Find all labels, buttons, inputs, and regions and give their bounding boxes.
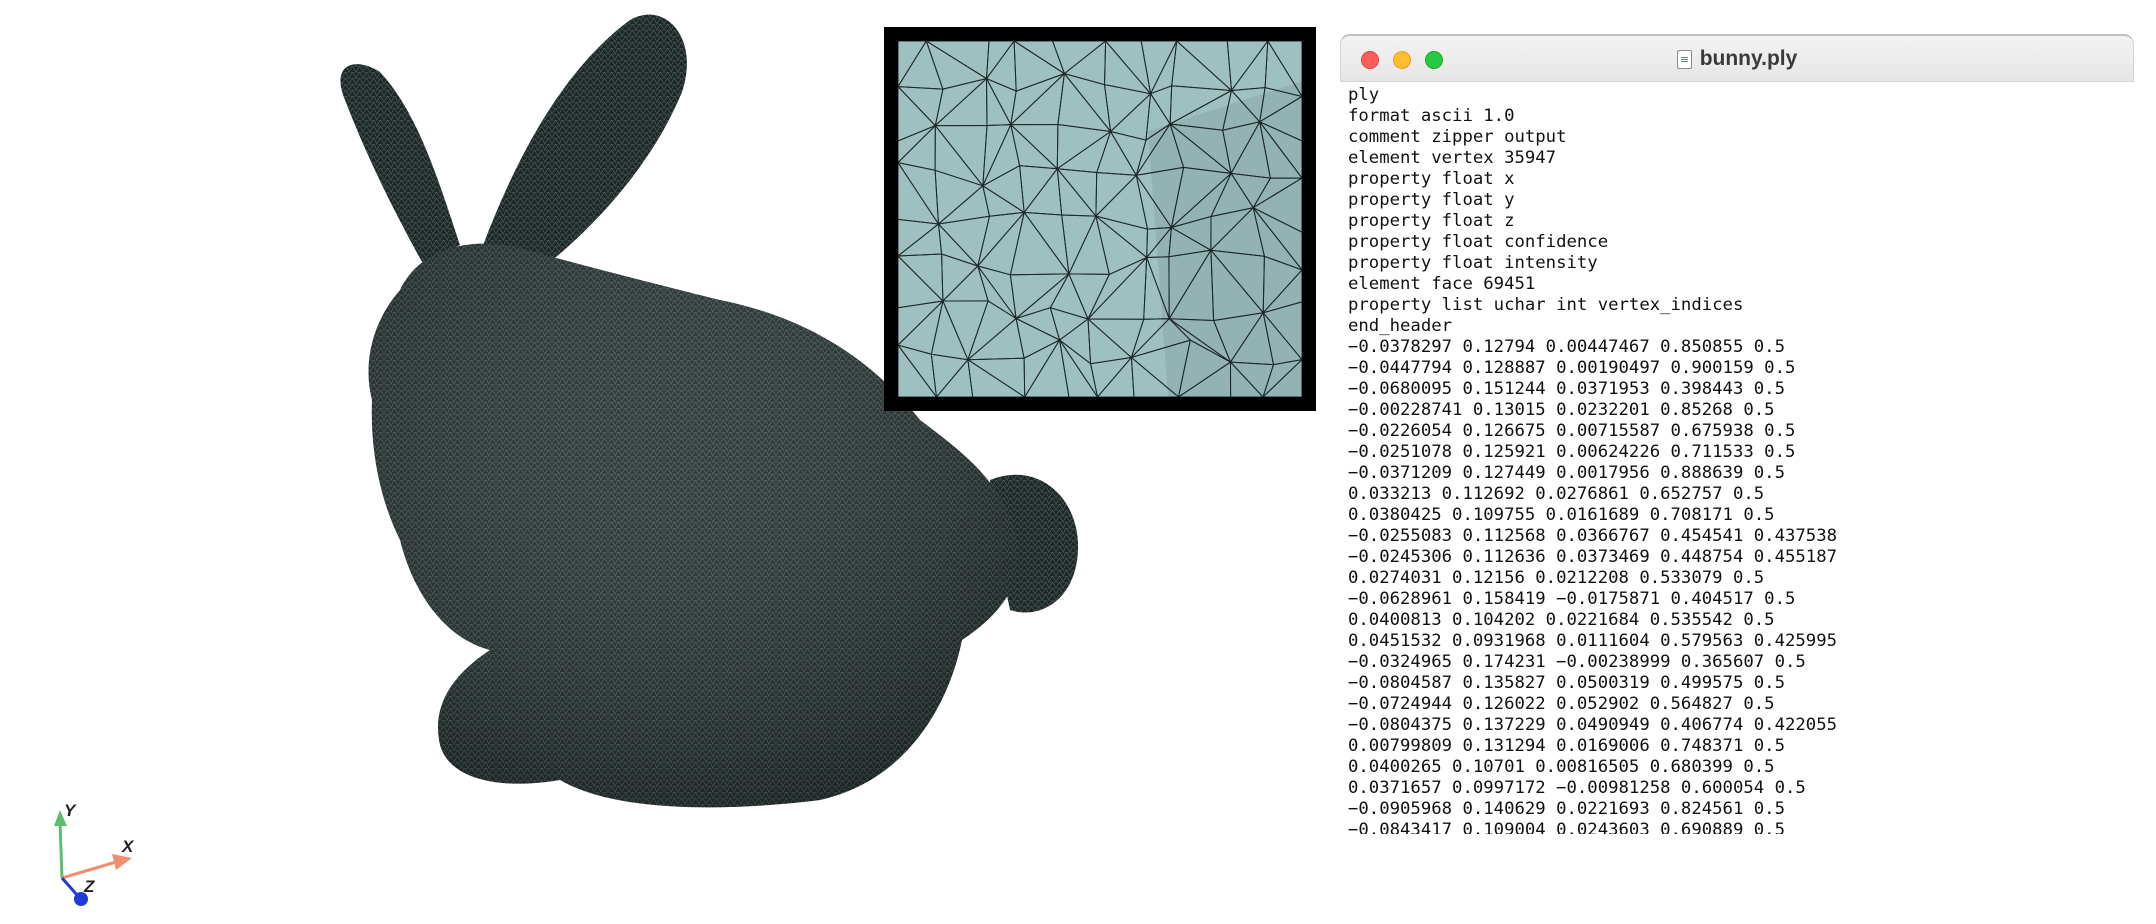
mesh-zoom-triangles	[898, 41, 1302, 397]
file-line: −0.0255083 0.112568 0.0366767 0.454541 0…	[1348, 526, 1837, 546]
file-line: format ascii 1.0	[1348, 106, 1515, 126]
file-line: 0.0400813 0.104202 0.0221684 0.535542 0.…	[1348, 610, 1775, 630]
file-line: −0.0324965 0.174231 −0.00238999 0.365607…	[1348, 652, 1806, 672]
file-line: 0.0371657 0.0997172 −0.00981258 0.600054…	[1348, 778, 1806, 798]
file-line: −0.0628961 0.158419 −0.0175871 0.404517 …	[1348, 589, 1796, 609]
x-axis-arrow	[61, 854, 132, 880]
window-title-group: bunny.ply	[1341, 36, 2133, 82]
file-line: 0.0380425 0.109755 0.0161689 0.708171 0.…	[1348, 505, 1775, 525]
file-line: −0.0724944 0.126022 0.052902 0.564827 0.…	[1348, 694, 1775, 714]
file-line: −0.0371209 0.127449 0.0017956 0.888639 0…	[1348, 463, 1785, 483]
text-editor-window[interactable]: bunny.ply ply format ascii 1.0 comment zip…	[1340, 34, 2134, 834]
file-line: ply	[1348, 85, 1380, 105]
y-axis-label: Y	[64, 801, 77, 820]
axis-gizmo: Y X Z	[40, 800, 150, 910]
mesh-zoom-inset	[884, 27, 1316, 411]
file-line: 0.0451532 0.0931968 0.0111604 0.579563 0…	[1348, 631, 1837, 651]
file-line: −0.0905968 0.140629 0.0221693 0.824561 0…	[1348, 799, 1785, 819]
file-line: −0.0226054 0.126675 0.00715587 0.675938 …	[1348, 421, 1796, 441]
file-line: −0.0447794 0.128887 0.00190497 0.900159 …	[1348, 358, 1796, 378]
file-line: property float intensity	[1348, 253, 1598, 273]
file-content[interactable]: ply format ascii 1.0 comment zipper output…	[1340, 82, 2134, 834]
x-axis-label: X	[121, 837, 135, 856]
file-line: −0.0378297 0.12794 0.00447467 0.850855 0…	[1348, 337, 1785, 357]
file-line: 0.033213 0.112692 0.0276861 0.652757 0.5	[1348, 484, 1765, 504]
file-line: −0.0245306 0.112636 0.0373469 0.448754 0…	[1348, 547, 1837, 567]
file-line: −0.0843417 0.109004 0.0243603 0.690889 0…	[1348, 820, 1785, 834]
file-line: property float z	[1348, 211, 1515, 231]
file-line: property float confidence	[1348, 232, 1609, 252]
file-line: comment zipper output	[1348, 127, 1567, 147]
file-line: −0.0804375 0.137229 0.0490949 0.406774 0…	[1348, 715, 1837, 735]
file-line: property list uchar int vertex_indices	[1348, 295, 1744, 315]
file-line: element face 69451	[1348, 274, 1536, 294]
file-line: −0.0804587 0.135827 0.0500319 0.499575 0…	[1348, 673, 1785, 693]
file-line: end_header	[1348, 316, 1453, 336]
file-line: property float x	[1348, 169, 1515, 189]
document-icon	[1676, 49, 1692, 69]
window-title: bunny.ply	[1699, 47, 1798, 70]
file-line: 0.00799809 0.131294 0.0169006 0.748371 0…	[1348, 736, 1785, 756]
file-line: −0.0251078 0.125921 0.00624226 0.711533 …	[1348, 442, 1796, 462]
z-axis-label: Z	[83, 877, 95, 896]
file-line: 0.0274031 0.12156 0.0212208 0.533079 0.5	[1348, 568, 1765, 588]
y-axis-arrow	[54, 810, 67, 879]
title-bar[interactable]: bunny.ply	[1340, 34, 2134, 82]
file-line: −0.00228741 0.13015 0.0232201 0.85268 0.…	[1348, 400, 1775, 420]
file-line: property float y	[1348, 190, 1515, 210]
file-line: −0.0680095 0.151244 0.0371953 0.398443 0…	[1348, 379, 1785, 399]
file-line: element vertex 35947	[1348, 148, 1557, 168]
file-line: 0.0400265 0.10701 0.00816505 0.680399 0.…	[1348, 757, 1775, 777]
